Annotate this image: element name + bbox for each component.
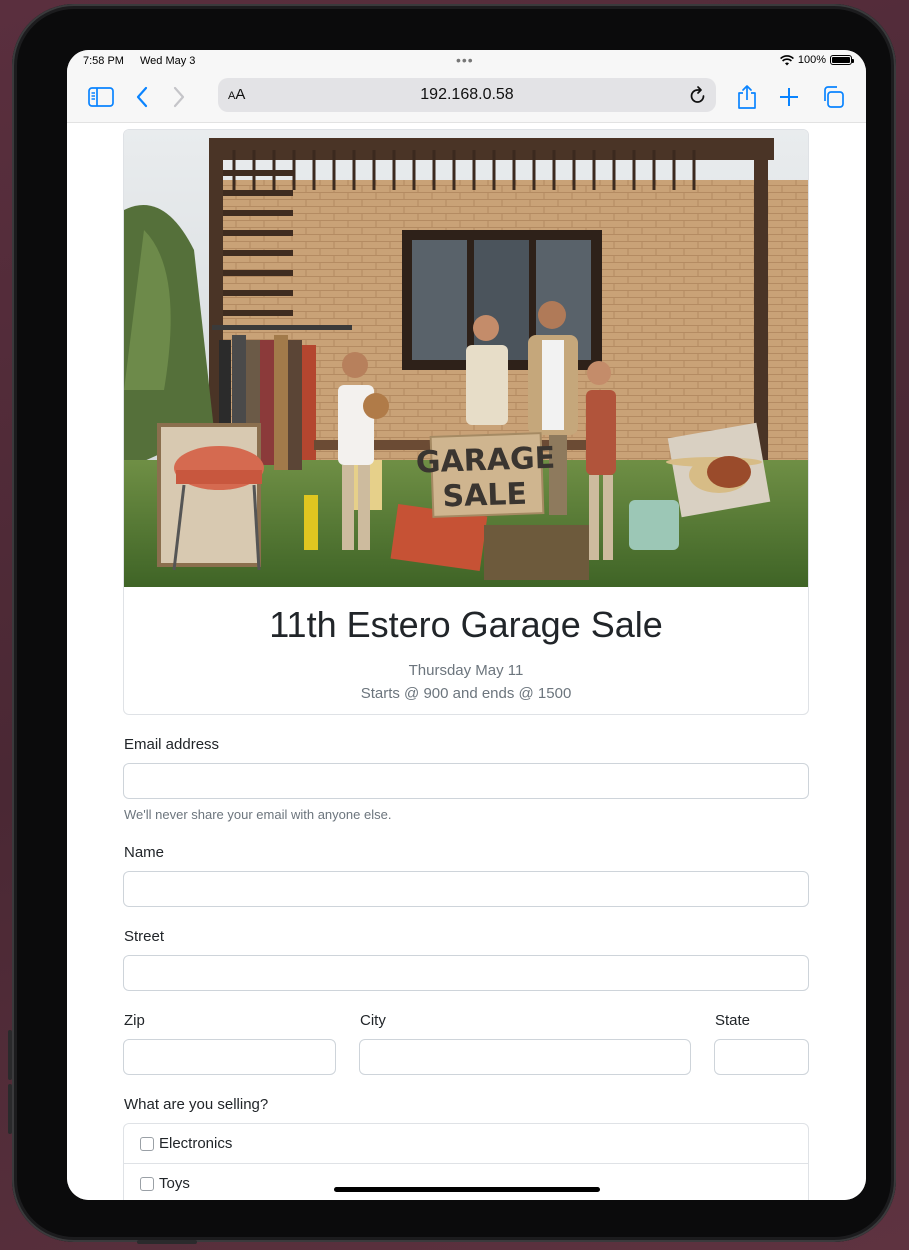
selling-label: What are you selling? bbox=[124, 1096, 269, 1113]
event-title: 11th Estero Garage Sale bbox=[269, 604, 663, 645]
option-toys[interactable]: Toys bbox=[124, 1164, 808, 1200]
status-time: 7:58 PM bbox=[83, 55, 124, 67]
status-bar: 7:58 PM Wed May 3 ••• 100% bbox=[67, 50, 866, 74]
option-label: Toys bbox=[159, 1175, 190, 1192]
email-label: Email address bbox=[124, 736, 220, 753]
option-electronics[interactable]: Electronics bbox=[124, 1124, 808, 1164]
garage-sign-line2: SALE bbox=[442, 477, 528, 515]
browser-toolbar: AA 192.168.0.58 bbox=[67, 74, 866, 123]
new-tab-icon[interactable] bbox=[774, 82, 804, 112]
city-input[interactable] bbox=[359, 1039, 691, 1075]
tabs-overview-icon[interactable] bbox=[818, 82, 848, 112]
garage-sale-photo: GARAGE SALE bbox=[124, 130, 808, 587]
multitasking-dots-icon[interactable]: ••• bbox=[456, 52, 474, 68]
home-indicator[interactable] bbox=[334, 1187, 600, 1192]
volume-button bbox=[8, 1030, 12, 1080]
name-input[interactable] bbox=[123, 871, 809, 907]
email-input[interactable] bbox=[123, 763, 809, 799]
street-input[interactable] bbox=[123, 955, 809, 991]
email-help-text: We'll never share your email with anyone… bbox=[124, 807, 392, 822]
toys-checkbox[interactable] bbox=[140, 1176, 154, 1191]
address-bar[interactable]: AA 192.168.0.58 bbox=[218, 78, 716, 112]
forward-icon[interactable] bbox=[164, 82, 194, 112]
reload-icon[interactable] bbox=[688, 84, 708, 106]
event-date: Thursday May 11 bbox=[408, 662, 524, 679]
state-label: State bbox=[715, 1012, 751, 1029]
volume-button bbox=[8, 1084, 12, 1134]
status-indicators: 100% bbox=[779, 54, 854, 66]
ipad-frame: 7:58 PM Wed May 3 ••• 100% AA 192.168.0.… bbox=[8, 4, 896, 1244]
back-icon[interactable] bbox=[127, 82, 157, 112]
top-button bbox=[137, 1240, 197, 1244]
event-times: Starts @ 900 and ends @ 1500 bbox=[360, 685, 572, 702]
zip-label: Zip bbox=[124, 1012, 145, 1029]
electronics-checkbox[interactable] bbox=[140, 1136, 154, 1151]
sidebar-icon[interactable] bbox=[86, 82, 116, 112]
event-card: GARAGE SALE 11th Estero Garage Sale Thur… bbox=[123, 129, 809, 715]
option-label: Electronics bbox=[159, 1135, 233, 1152]
city-label: City bbox=[360, 1012, 386, 1029]
name-label: Name bbox=[124, 844, 165, 861]
battery-icon bbox=[830, 55, 854, 65]
wifi-icon bbox=[779, 54, 794, 65]
screen: 7:58 PM Wed May 3 ••• 100% AA 192.168.0.… bbox=[67, 50, 866, 1200]
garage-sign-line1: GARAGE bbox=[415, 441, 555, 481]
page-content: GARAGE SALE 11th Estero Garage Sale Thur… bbox=[67, 123, 866, 1200]
share-icon[interactable] bbox=[732, 82, 762, 112]
street-label: Street bbox=[124, 928, 165, 945]
state-input[interactable] bbox=[714, 1039, 809, 1075]
battery-percent: 100% bbox=[797, 54, 826, 66]
url-text[interactable]: 192.168.0.58 bbox=[218, 86, 716, 104]
zip-input[interactable] bbox=[123, 1039, 336, 1075]
status-date: Wed May 3 bbox=[140, 55, 196, 67]
